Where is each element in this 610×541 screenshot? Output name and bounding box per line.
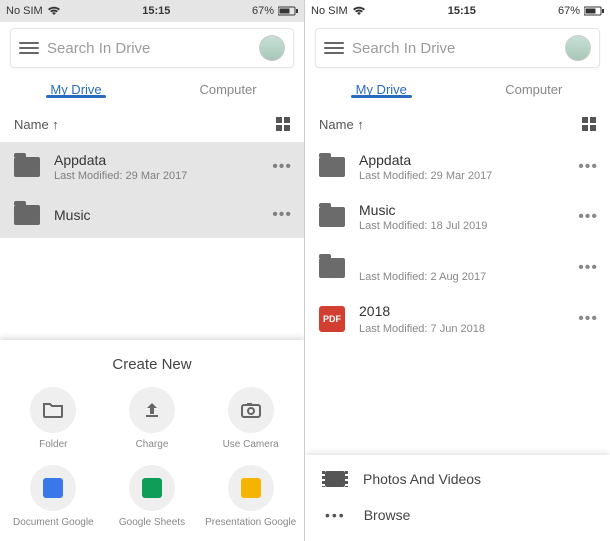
more-icon[interactable]: •••	[574, 154, 602, 180]
status-bar: No SIM 15:15 67%	[0, 0, 304, 22]
camera-icon	[228, 387, 274, 433]
create-new-sheet: Create New Folder Charge Use Camera	[0, 340, 304, 541]
item-subtitle: Last Modified: 18 Jul 2019	[359, 220, 560, 232]
upload-icon	[129, 387, 175, 433]
item-subtitle: Last Modified: 29 Mar 2017	[54, 170, 254, 182]
folder-icon	[14, 157, 40, 177]
list-item[interactable]: Last Modified: 2 Aug 2017 •••	[305, 242, 610, 293]
battery-icon	[584, 6, 604, 16]
item-subtitle: Last Modified: 29 Mar 2017	[359, 170, 560, 182]
menu-icon[interactable]	[324, 42, 344, 54]
tabs: My Drive Computer	[0, 72, 304, 106]
carrier-label: No SIM	[6, 5, 43, 17]
list-item[interactable]: Music Last Modified: 18 Jul 2019 •••	[305, 192, 610, 242]
wifi-icon	[352, 6, 366, 16]
sort-label: Name ↑	[319, 117, 364, 132]
item-title: Music	[54, 207, 254, 223]
sort-label: Name ↑	[14, 117, 59, 132]
more-icon[interactable]: •••	[574, 306, 602, 332]
item-title	[359, 252, 560, 269]
carrier-label: No SIM	[311, 5, 348, 17]
pdf-icon: PDF	[319, 306, 345, 332]
battery-icon	[278, 6, 298, 16]
more-icon[interactable]: •••	[268, 154, 296, 180]
item-title: Appdata	[54, 152, 254, 168]
clock-label: 15:15	[366, 5, 558, 17]
menu-browse[interactable]: ••• Browse	[305, 497, 610, 533]
menu-photos-videos[interactable]: Photos And Videos	[305, 461, 610, 497]
create-sheet[interactable]: Google Sheets	[105, 465, 200, 529]
battery-label: 67%	[558, 5, 580, 17]
grid-view-icon[interactable]	[582, 117, 596, 131]
folder-icon	[319, 157, 345, 177]
search-input[interactable]: Search In Drive	[352, 40, 557, 57]
tab-computer[interactable]: Computer	[458, 82, 610, 97]
grid-view-icon[interactable]	[276, 117, 290, 131]
sort-bar[interactable]: Name ↑	[305, 106, 610, 142]
folder-icon	[14, 205, 40, 225]
status-bar: No SIM 15:15 67%	[305, 0, 610, 22]
more-icon[interactable]: •••	[574, 255, 602, 281]
item-subtitle: Last Modified: 7 Jun 2018	[359, 323, 560, 335]
list-item[interactable]: PDF 2018 Last Modified: 7 Jun 2018 •••	[305, 293, 610, 344]
file-list: Appdata Last Modified: 29 Mar 2017 ••• M…	[0, 142, 304, 238]
more-icon[interactable]: •••	[268, 202, 296, 228]
sort-bar[interactable]: Name ↑	[0, 106, 304, 142]
folder-icon	[319, 207, 345, 227]
film-icon	[325, 471, 345, 487]
tab-my-drive[interactable]: My Drive	[0, 82, 152, 97]
create-upload[interactable]: Charge	[105, 387, 200, 451]
sheet-title: Create New	[6, 356, 298, 373]
item-title: Appdata	[359, 152, 560, 168]
clock-label: 15:15	[61, 5, 252, 17]
google-slides-icon	[228, 465, 274, 511]
create-folder[interactable]: Folder	[6, 387, 101, 451]
item-title: 2018	[359, 303, 560, 320]
search-bar[interactable]: Search In Drive	[10, 28, 294, 68]
google-doc-icon	[30, 465, 76, 511]
list-item[interactable]: Appdata Last Modified: 29 Mar 2017 •••	[0, 142, 304, 192]
more-horizontal-icon: •••	[325, 507, 346, 523]
file-list: Appdata Last Modified: 29 Mar 2017 ••• M…	[305, 142, 610, 345]
wifi-icon	[47, 6, 61, 16]
search-bar[interactable]: Search In Drive	[315, 28, 600, 68]
item-subtitle: Last Modified: 2 Aug 2017	[359, 271, 560, 283]
menu-icon[interactable]	[19, 42, 39, 54]
search-input[interactable]: Search In Drive	[47, 40, 251, 57]
create-presentation[interactable]: Presentation Google	[203, 465, 298, 529]
list-item[interactable]: Music •••	[0, 192, 304, 238]
list-item[interactable]: Appdata Last Modified: 29 Mar 2017 •••	[305, 142, 610, 192]
tab-computer[interactable]: Computer	[152, 82, 304, 97]
tabs: My Drive Computer	[305, 72, 610, 106]
bottom-menu: Photos And Videos ••• Browse	[305, 455, 610, 541]
google-sheets-icon	[129, 465, 175, 511]
create-camera[interactable]: Use Camera	[203, 387, 298, 451]
avatar[interactable]	[259, 35, 285, 61]
avatar[interactable]	[565, 35, 591, 61]
create-doc[interactable]: Document Google	[6, 465, 101, 529]
battery-label: 67%	[252, 5, 274, 17]
item-title: Music	[359, 202, 560, 218]
tab-my-drive[interactable]: My Drive	[305, 82, 458, 97]
folder-outline-icon	[30, 387, 76, 433]
folder-icon	[319, 258, 345, 278]
more-icon[interactable]: •••	[574, 204, 602, 230]
